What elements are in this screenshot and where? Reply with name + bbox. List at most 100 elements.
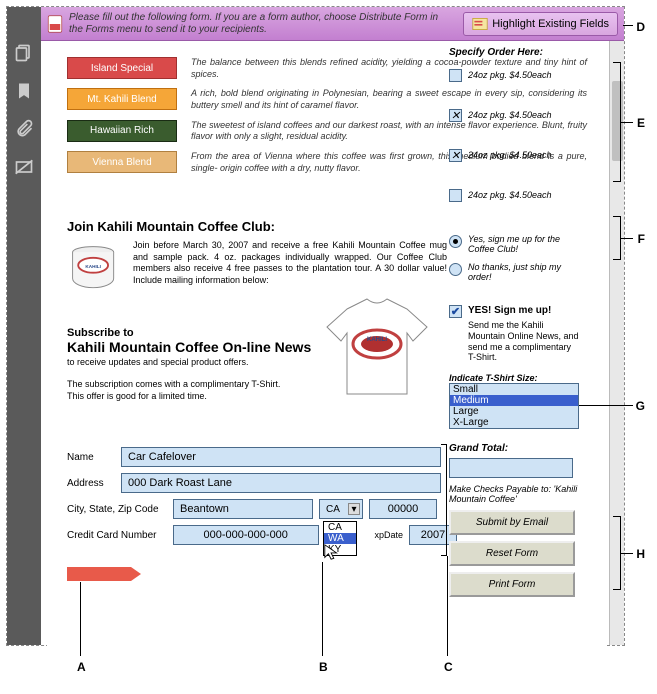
newsletter-section: Subscribe to Kahili Mountain Coffee On-l… bbox=[67, 327, 347, 401]
callout-h-leader bbox=[621, 553, 633, 554]
city-field[interactable]: Beantown bbox=[173, 499, 313, 519]
submit-button[interactable]: Submit by Email bbox=[449, 510, 575, 535]
order-option-row: 24oz pkg. $4.50each bbox=[449, 64, 579, 86]
size-option-large[interactable]: Large bbox=[450, 406, 578, 417]
pages-icon[interactable] bbox=[14, 43, 34, 63]
radio-club-yes[interactable] bbox=[449, 235, 462, 248]
order-header: Specify Order Here: bbox=[449, 47, 579, 58]
exp-label: xpDate bbox=[375, 530, 404, 540]
signature-field[interactable] bbox=[67, 567, 131, 581]
sign-here-arrow-icon bbox=[67, 567, 131, 581]
bracket-f bbox=[613, 216, 621, 260]
totals-column: Grand Total: Make Checks Payable to: 'Ka… bbox=[449, 443, 579, 597]
price-label: 24oz pkg. $4.50each bbox=[468, 110, 552, 120]
news-note1: The subscription comes with a compliment… bbox=[67, 379, 347, 389]
name-field[interactable]: Car Cafelover bbox=[121, 447, 441, 467]
club-yes-row: Yes, sign me up for the Coffee Club! bbox=[449, 234, 579, 254]
size-option-medium[interactable]: Medium bbox=[450, 395, 578, 406]
callout-g: G bbox=[636, 399, 645, 413]
addr-label: Address bbox=[67, 478, 115, 489]
news-line1: Subscribe to bbox=[67, 327, 347, 339]
highlight-icon bbox=[472, 17, 488, 31]
highlight-fields-button[interactable]: Highlight Existing Fields bbox=[463, 12, 618, 36]
club-heading: Join Kahili Mountain Coffee Club: bbox=[67, 219, 447, 234]
order-option-row: ✕ 24oz pkg. $4.50each bbox=[449, 144, 579, 166]
price-label: 24oz pkg. $4.50each bbox=[468, 190, 552, 200]
tshirt-graphic: KAHILI bbox=[317, 289, 437, 409]
price-label: 24oz pkg. $4.50each bbox=[468, 70, 552, 80]
state-dropdown[interactable]: CA ▾ bbox=[319, 499, 363, 519]
pdf-form-icon bbox=[47, 15, 63, 33]
app-frame: Please fill out the following form. If y… bbox=[6, 6, 625, 646]
cursor-icon bbox=[323, 543, 341, 561]
signatures-icon[interactable] bbox=[14, 157, 34, 177]
callout-f: F bbox=[638, 232, 645, 246]
callout-d: D bbox=[636, 20, 645, 34]
radio-club-no[interactable] bbox=[449, 263, 462, 276]
price-label: 24oz pkg. $4.50each bbox=[468, 150, 552, 160]
callout-h: H bbox=[636, 547, 645, 561]
checkbox-island-special[interactable] bbox=[449, 69, 462, 82]
callout-e-leader bbox=[621, 122, 633, 123]
state-option-ca[interactable]: CA bbox=[324, 522, 356, 533]
tshirt-size-group: Indicate T-Shirt Size: Small Medium Larg… bbox=[449, 373, 579, 429]
cc-field[interactable]: 000-000-000-000 bbox=[173, 525, 319, 545]
callout-a-line bbox=[80, 582, 81, 656]
callout-e: E bbox=[637, 116, 645, 130]
size-option-small[interactable]: Small bbox=[450, 384, 578, 395]
csz-label: City, State, Zip Code bbox=[67, 504, 167, 515]
grand-total-field[interactable] bbox=[449, 458, 573, 478]
document-message-bar: Please fill out the following form. If y… bbox=[41, 7, 624, 41]
order-option-row: 24oz pkg. $4.50each bbox=[449, 184, 579, 206]
callout-a: A bbox=[77, 660, 86, 674]
news-sub: to receive updates and special product o… bbox=[67, 357, 347, 367]
state-selected: CA bbox=[326, 504, 340, 515]
callout-g-leader bbox=[579, 405, 633, 406]
tshirt-size-label: Indicate T-Shirt Size: bbox=[449, 373, 579, 383]
bookmark-icon[interactable] bbox=[14, 81, 34, 101]
signup-body: Send me the Kahili Mountain Online News,… bbox=[468, 320, 579, 363]
tshirt-size-listbox[interactable]: Small Medium Large X-Large bbox=[449, 383, 579, 429]
address-form: Name Car Cafelover Address 000 Dark Roas… bbox=[67, 447, 457, 551]
swatch-hawaiian-rich: Hawaiian Rich bbox=[67, 120, 177, 142]
name-label: Name bbox=[67, 452, 115, 463]
cc-label: Credit Card Number bbox=[67, 530, 167, 541]
zip-field[interactable]: 00000 bbox=[369, 499, 437, 519]
reset-button[interactable]: Reset Form bbox=[449, 541, 575, 566]
radio-label: No thanks, just ship my order! bbox=[468, 262, 579, 282]
signup-heading: YES! Sign me up! bbox=[468, 305, 551, 316]
signup-box: ✔ YES! Sign me up! Send me the Kahili Mo… bbox=[449, 305, 579, 429]
callout-f-leader bbox=[621, 238, 633, 239]
checkbox-vienna-blend[interactable] bbox=[449, 189, 462, 202]
callout-d-leader bbox=[623, 25, 633, 26]
address-field[interactable]: 000 Dark Roast Lane bbox=[121, 473, 441, 493]
swatch-mt-kahili: Mt. Kahili Blend bbox=[67, 88, 177, 110]
checkbox-mt-kahili[interactable]: ✕ bbox=[449, 109, 462, 122]
coffee-mug-icon: KAHILI bbox=[67, 240, 123, 298]
callout-b-line bbox=[322, 562, 323, 656]
bracket-e bbox=[613, 62, 621, 182]
callout-c: C bbox=[444, 660, 453, 674]
size-option-xlarge[interactable]: X-Large bbox=[450, 417, 578, 428]
payable-note: Make Checks Payable to: 'Kahili Mountain… bbox=[449, 484, 579, 504]
print-button[interactable]: Print Form bbox=[449, 572, 575, 597]
order-option-row: ✕ 24oz pkg. $4.50each bbox=[449, 104, 579, 126]
radio-label: Yes, sign me up for the Coffee Club! bbox=[468, 234, 579, 254]
chevron-down-icon: ▾ bbox=[348, 503, 360, 515]
attachment-icon[interactable] bbox=[14, 119, 34, 139]
svg-text:KAHILI: KAHILI bbox=[367, 337, 387, 343]
pdf-page: Island Special The balance between this … bbox=[47, 47, 607, 647]
grand-total-label: Grand Total: bbox=[449, 443, 579, 454]
bracket-h bbox=[613, 516, 621, 590]
callout-c-line bbox=[447, 556, 448, 656]
coffee-club-section: Join Kahili Mountain Coffee Club: KAHILI… bbox=[67, 219, 447, 298]
club-no-row: No thanks, just ship my order! bbox=[449, 262, 579, 282]
news-line2: Kahili Mountain Coffee On-line News bbox=[67, 339, 347, 355]
checkbox-signup[interactable]: ✔ bbox=[449, 305, 462, 318]
bracket-c bbox=[441, 444, 447, 556]
checkbox-hawaiian-rich[interactable]: ✕ bbox=[449, 149, 462, 162]
callout-b: B bbox=[319, 660, 328, 674]
swatch-island-special: Island Special bbox=[67, 57, 177, 79]
svg-text:KAHILI: KAHILI bbox=[85, 264, 101, 269]
form-instruction-text: Please fill out the following form. If y… bbox=[69, 12, 453, 36]
